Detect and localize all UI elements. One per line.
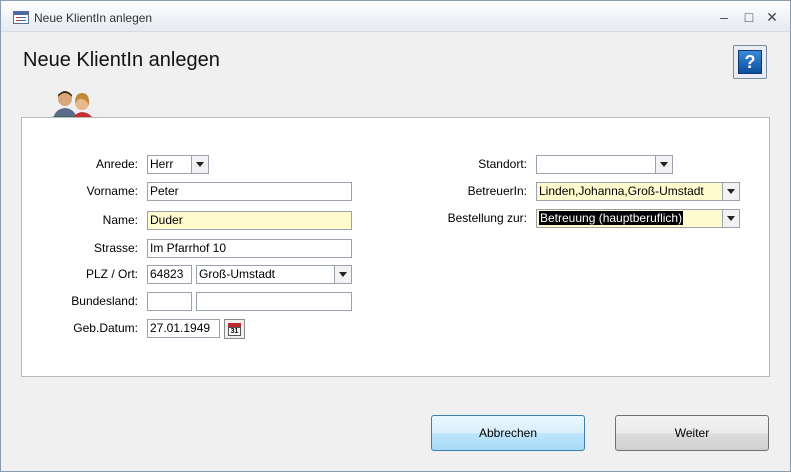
bundesland-code-input[interactable] [147,292,192,311]
bundesland-label: Bundesland: [71,294,138,308]
bestellung-select[interactable]: Betreuung (hauptberuflich) [536,209,740,228]
maximize-icon[interactable]: □ [738,8,760,26]
form-window-icon [13,11,29,24]
form-title: Neue KlientIn anlegen [23,49,220,71]
plz-ort-label: PLZ / Ort: [85,267,138,281]
strasse-input[interactable]: Im Pfarrhof 10 [147,239,352,258]
chevron-down-icon[interactable] [722,210,739,227]
anrede-select[interactable]: Herr [147,155,209,174]
standort-select[interactable] [536,155,673,174]
betreuerin-label: BetreuerIn: [467,184,527,198]
strasse-label: Strasse: [93,241,138,255]
date-picker-button[interactable]: 31 [224,319,245,339]
chevron-down-icon[interactable] [722,183,739,200]
chevron-down-icon[interactable] [655,156,672,173]
ort-select[interactable]: Groß-Umstadt [196,265,352,284]
cancel-button[interactable]: Abbrechen [431,415,585,451]
help-icon: ? [738,50,762,74]
vorname-input[interactable]: Peter [147,182,352,201]
betreuerin-select[interactable]: Linden,Johanna,Groß-Umstadt [536,182,740,201]
geb-datum-input[interactable]: 27.01.1949 [147,319,220,338]
name-input[interactable]: Duder [147,211,352,230]
ort-value: Groß-Umstadt [199,267,276,281]
anrede-value: Herr [150,157,174,171]
help-button[interactable]: ? [733,45,767,79]
calendar-day: 31 [228,327,241,336]
betreuerin-value: Linden,Johanna,Groß-Umstadt [539,184,704,198]
vorname-label: Vorname: [86,184,138,198]
plz-input[interactable]: 64823 [147,265,192,284]
bestellung-value: Betreuung (hauptberuflich) [539,211,684,225]
window-title: Neue KlientIn anlegen [34,11,153,25]
bestellung-label: Bestellung zur: [447,211,527,225]
app-window: Neue KlientIn anlegen – □ ✕ Neue KlientI… [0,0,791,472]
close-icon[interactable]: ✕ [761,8,783,26]
chevron-down-icon[interactable] [191,156,208,173]
bundesland-name-input[interactable] [196,292,352,311]
chevron-down-icon[interactable] [334,266,351,283]
standort-label: Standort: [478,157,527,171]
title-bar: Neue KlientIn anlegen – □ ✕ [1,1,790,32]
anrede-label: Anrede: [95,157,138,171]
next-button[interactable]: Weiter [615,415,769,451]
minimize-icon[interactable]: – [713,8,735,26]
geb-datum-label: Geb.Datum: [73,321,138,335]
name-label: Name: [102,213,138,227]
